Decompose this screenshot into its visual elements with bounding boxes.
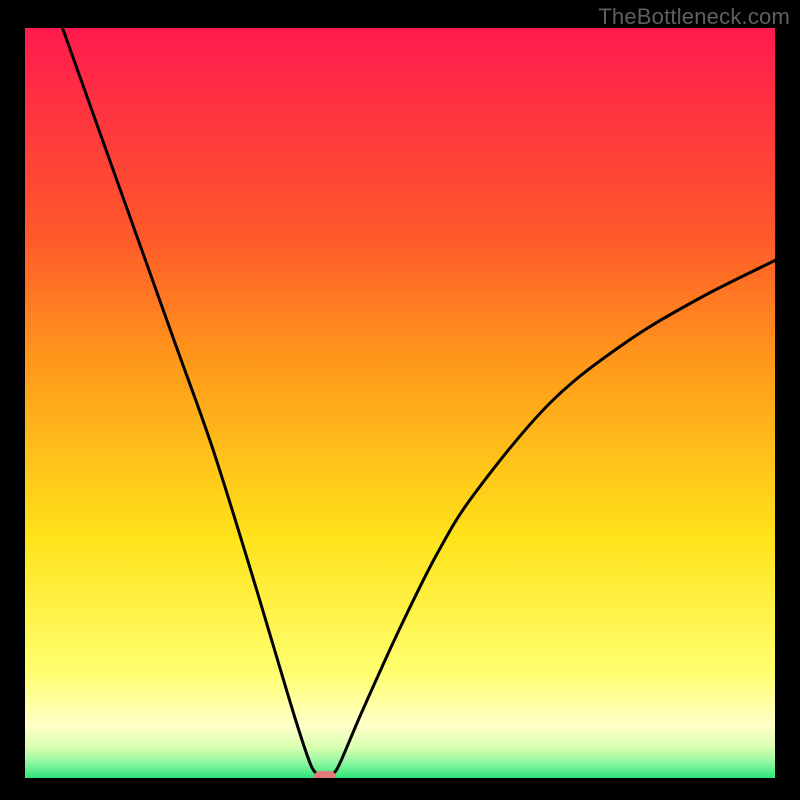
plot-svg (25, 28, 775, 778)
chart-frame: TheBottleneck.com (0, 0, 800, 800)
plot-area (25, 28, 775, 778)
gradient-background (25, 28, 775, 778)
watermark-label: TheBottleneck.com (598, 4, 790, 30)
minimum-marker (314, 771, 336, 778)
